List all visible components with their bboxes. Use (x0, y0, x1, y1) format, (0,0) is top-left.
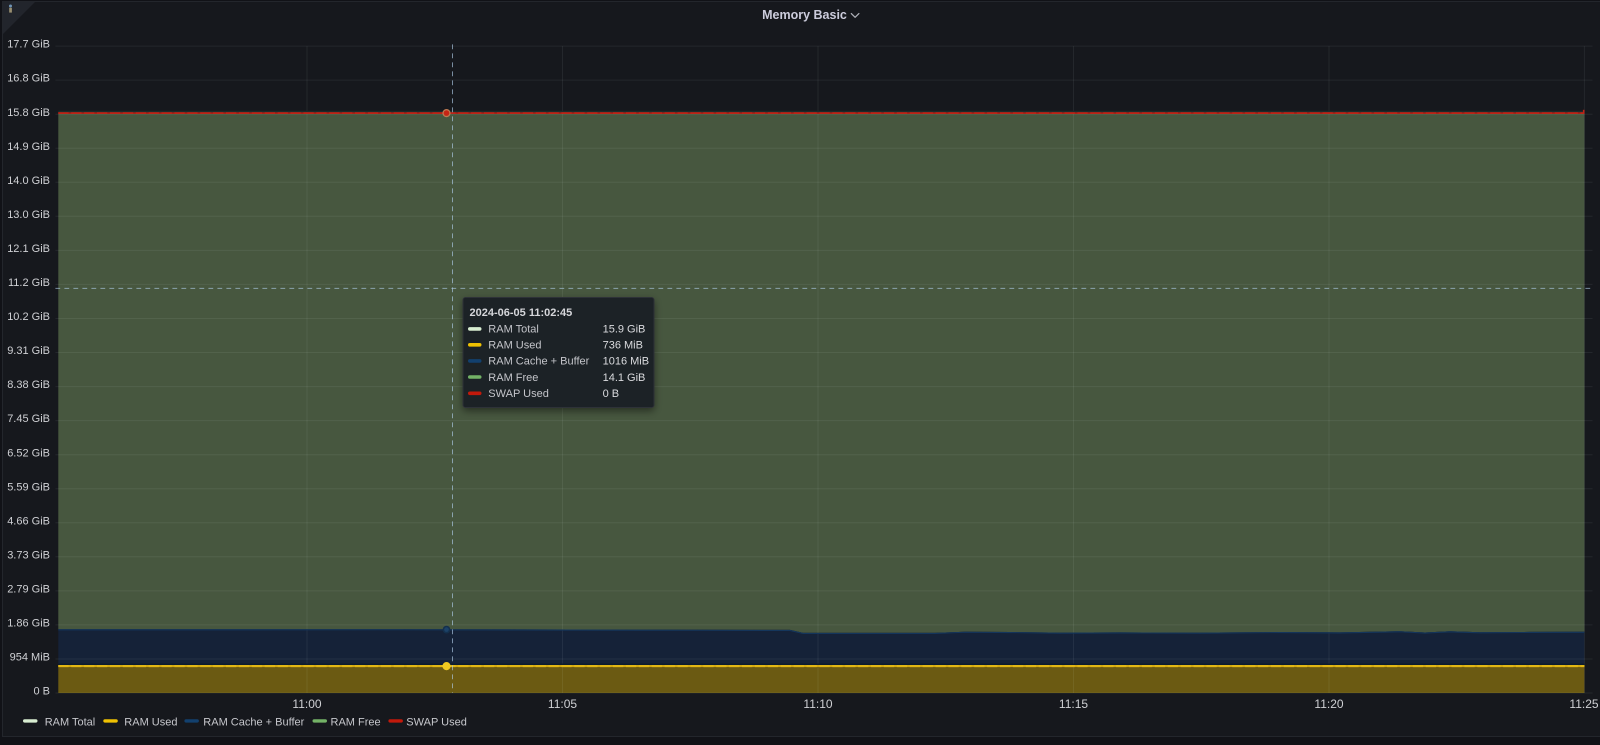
svg-text:10.2 GiB: 10.2 GiB (7, 311, 50, 323)
svg-text:0 B: 0 B (603, 388, 620, 400)
svg-text:11:00: 11:00 (292, 697, 321, 711)
svg-text:13.0 GiB: 13.0 GiB (7, 209, 50, 221)
svg-text:9.31 GiB: 9.31 GiB (7, 345, 50, 357)
svg-text:RAM Cache + Buffer: RAM Cache + Buffer (488, 356, 589, 368)
svg-text:3.73 GiB: 3.73 GiB (7, 549, 50, 561)
svg-text:15.9 GiB: 15.9 GiB (603, 324, 646, 336)
svg-text:RAM Total: RAM Total (45, 717, 96, 729)
svg-text:736 MiB: 736 MiB (603, 340, 643, 352)
svg-text:RAM Used: RAM Used (124, 717, 177, 729)
svg-text:15.8 GiB: 15.8 GiB (7, 107, 50, 119)
svg-text:11:20: 11:20 (1314, 697, 1343, 711)
svg-text:14.1 GiB: 14.1 GiB (603, 372, 646, 384)
svg-text:11:15: 11:15 (1059, 697, 1088, 711)
svg-text:RAM Free: RAM Free (488, 372, 538, 384)
svg-text:954 MiB: 954 MiB (10, 652, 50, 664)
svg-text:4.66 GiB: 4.66 GiB (7, 515, 50, 527)
svg-text:12.1 GiB: 12.1 GiB (7, 243, 50, 255)
svg-text:11:05: 11:05 (548, 697, 577, 711)
svg-text:1016 MiB: 1016 MiB (603, 356, 649, 368)
svg-text:11:10: 11:10 (803, 697, 832, 711)
svg-text:RAM Free: RAM Free (331, 717, 381, 729)
svg-text:14.0 GiB: 14.0 GiB (7, 175, 50, 187)
svg-text:2.79 GiB: 2.79 GiB (7, 584, 50, 596)
svg-text:11:25: 11:25 (1569, 697, 1598, 711)
svg-text:16.8 GiB: 16.8 GiB (7, 73, 50, 85)
svg-text:7.45 GiB: 7.45 GiB (7, 413, 50, 425)
svg-text:1.86 GiB: 1.86 GiB (7, 618, 50, 630)
svg-text:5.59 GiB: 5.59 GiB (7, 481, 50, 493)
svg-text:2024-06-05 11:02:45: 2024-06-05 11:02:45 (470, 307, 573, 319)
svg-text:RAM Cache + Buffer: RAM Cache + Buffer (203, 717, 304, 729)
svg-text:0 B: 0 B (33, 686, 50, 698)
svg-text:RAM Total: RAM Total (488, 324, 539, 336)
svg-text:8.38 GiB: 8.38 GiB (7, 379, 50, 391)
svg-text:6.52 GiB: 6.52 GiB (7, 447, 50, 459)
svg-text:SWAP Used: SWAP Used (488, 388, 549, 400)
svg-text:14.9 GiB: 14.9 GiB (7, 141, 50, 153)
svg-text:SWAP Used: SWAP Used (406, 717, 467, 729)
svg-text:17.7 GiB: 17.7 GiB (7, 39, 50, 51)
svg-text:RAM Used: RAM Used (488, 340, 541, 352)
svg-text:Memory Basic: Memory Basic (762, 8, 847, 22)
svg-text:11.2 GiB: 11.2 GiB (8, 277, 50, 289)
